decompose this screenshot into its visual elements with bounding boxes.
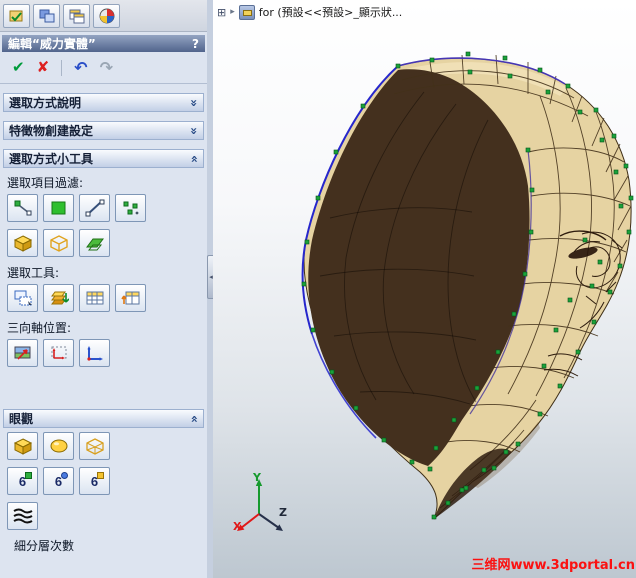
manager-tab-strip <box>0 0 207 32</box>
zebra-stripes-icon <box>12 508 33 524</box>
watermark-text: 三维网www.3dportal.cn <box>471 558 635 573</box>
section-label: 選取方式小工具 <box>9 152 94 166</box>
blue-dot-icon <box>61 472 68 479</box>
table-import-icon <box>120 291 139 305</box>
triad-axis-icon <box>86 346 103 361</box>
redo-button[interactable]: ↷ <box>100 59 113 76</box>
separator <box>61 59 63 76</box>
triad-bounds-icon <box>51 346 66 360</box>
filter-points-button[interactable] <box>115 194 146 222</box>
featuremanager-icon <box>9 10 22 21</box>
y-axis-label: Y <box>253 471 261 484</box>
triad-axis-button[interactable] <box>79 339 110 367</box>
configurationmanager-icon <box>69 9 84 23</box>
panel-actions: ✔ ✘ ↶ ↷ <box>0 52 207 84</box>
wireframe-display-button[interactable] <box>79 432 110 460</box>
section-selection-tools[interactable]: 選取方式小工具 » <box>3 149 204 168</box>
triad-image-button[interactable] <box>7 339 38 367</box>
panel-titlebar: 編輯“威力實體” ? <box>2 35 205 52</box>
subdiv-mode-1-button[interactable]: 6 <box>7 467 38 495</box>
grid-select-button[interactable] <box>79 284 110 312</box>
filter-vertex-icon <box>14 200 31 216</box>
triad-label: 三向軸位置: <box>7 321 72 335</box>
layer-arrow-icon <box>50 291 69 305</box>
viewport-3d[interactable]: ⊞ ▸ for (預設<<預設>_顯示狀... X Y Z 三维网www.3dp… <box>213 0 636 578</box>
section-label: 選取方式說明 <box>9 96 82 110</box>
table-import-button[interactable] <box>115 284 146 312</box>
display-mode-buttons <box>7 432 205 460</box>
ellipsoid-icon <box>50 439 67 453</box>
filter-points-icon <box>123 201 138 215</box>
solidworks-window: 編輯“威力實體” ? ✔ ✘ ↶ ↷ 選取方式說明 » 特徵物創建設定 » 選取… <box>0 0 636 578</box>
section-label: 眼觀 <box>9 412 34 426</box>
section-selection-help[interactable]: 選取方式說明 » <box>3 93 204 112</box>
propertymanager-icon <box>39 9 54 22</box>
feature-tree-flyout[interactable]: ⊞ ▸ for (預設<<預設>_顯示狀... <box>217 4 402 20</box>
solid-box-icon <box>13 235 32 252</box>
panel-title: 編輯“威力實體” <box>8 37 96 51</box>
wire-box-icon <box>49 235 68 252</box>
cancel-button[interactable]: ✘ <box>37 60 50 75</box>
chevron-up-icon: » <box>187 414 202 423</box>
window-select-button[interactable] <box>7 284 38 312</box>
filter-face-button[interactable] <box>43 194 74 222</box>
tools-label: 選取工具: <box>7 266 60 280</box>
tab-propertymanager[interactable] <box>33 3 60 28</box>
filter-vertex-button[interactable] <box>7 194 38 222</box>
face-body-button[interactable] <box>79 229 110 257</box>
z-axis-label: Z <box>279 506 287 519</box>
zebra-row <box>7 502 205 530</box>
triad-buttons <box>7 339 205 367</box>
orientation-triad: X Y Z <box>231 471 295 538</box>
section-display[interactable]: 眼觀 » <box>3 409 204 428</box>
part-icon <box>238 4 255 20</box>
filter-label: 選取項目過濾: <box>7 176 84 190</box>
grid-select-icon <box>86 291 103 305</box>
display-body: 6 6 6 細分層次數 <box>0 428 207 554</box>
section-feature-settings[interactable]: 特徵物創建設定 » <box>3 121 204 140</box>
smooth-display-button[interactable] <box>43 432 74 460</box>
shaded-display-button[interactable] <box>7 432 38 460</box>
flat-face-icon <box>85 238 104 251</box>
select-tool-buttons <box>7 284 205 312</box>
layer-select-button[interactable] <box>43 284 74 312</box>
section-label: 特徵物創建設定 <box>9 124 94 138</box>
configuration-text: for (預設<<預設>_顯示狀... <box>258 6 403 19</box>
filter-face-icon <box>51 201 65 215</box>
triad-bounds-button[interactable] <box>43 339 74 367</box>
green-square-icon <box>25 472 32 479</box>
property-manager-panel: 編輯“威力實體” ? ✔ ✘ ↶ ↷ 選取方式說明 » 特徵物創建設定 » 選取… <box>0 0 208 578</box>
tab-appearances[interactable] <box>93 3 120 28</box>
subdiv-mode-3-button[interactable]: 6 <box>79 467 110 495</box>
filter-buttons <box>7 194 205 222</box>
triad-image-icon <box>14 346 30 360</box>
ok-button[interactable]: ✔ <box>12 60 25 75</box>
tab-configurationmanager[interactable] <box>63 3 90 28</box>
appearances-icon <box>99 8 114 23</box>
undo-button[interactable]: ↶ <box>74 59 87 76</box>
wireframe-box-icon <box>85 438 104 455</box>
tab-featuremanager[interactable] <box>3 3 30 28</box>
flyout-arrow-icon: ▸ <box>230 7 235 17</box>
filter-edge-button[interactable] <box>79 194 110 222</box>
zebra-stripes-button[interactable] <box>7 502 38 530</box>
x-axis-label: X <box>233 520 242 533</box>
filter-edge-icon <box>85 199 104 217</box>
chevron-down-icon: » <box>187 126 202 135</box>
subdiv-mode-2-button[interactable]: 6 <box>43 467 74 495</box>
yellow-square-icon <box>97 472 104 479</box>
wire-body-button[interactable] <box>43 229 74 257</box>
chevron-up-icon: » <box>187 154 202 163</box>
subdiv-preview-buttons: 6 6 6 <box>7 467 205 495</box>
window-select-icon <box>14 290 32 306</box>
subdiv-level-label: 細分層次數 <box>14 539 75 553</box>
solid-body-button[interactable] <box>7 229 38 257</box>
chevron-down-icon: » <box>187 98 202 107</box>
shaded-box-icon <box>13 438 32 455</box>
selection-tools-body: 選取項目過濾: 選取工具: 三向軸位置: <box>0 168 207 374</box>
help-button[interactable]: ? <box>192 37 199 51</box>
body-filter-buttons <box>7 229 205 257</box>
expand-box-icon[interactable]: ⊞ <box>217 7 226 18</box>
